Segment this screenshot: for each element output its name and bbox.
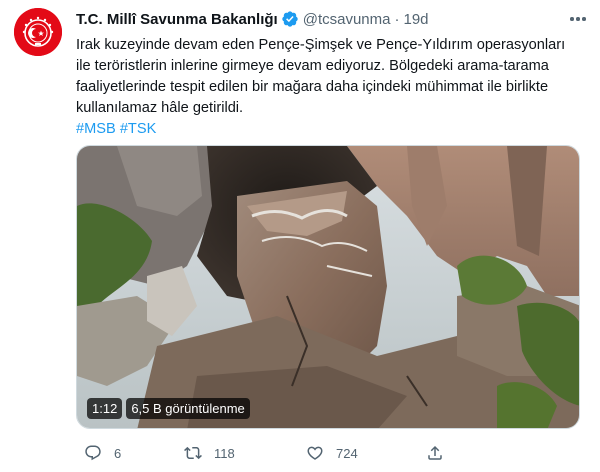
like-button[interactable]: 724: [306, 444, 358, 462]
separator-dot: ·: [394, 10, 400, 28]
video-views: 6,5 B görüntülenme: [126, 398, 250, 419]
tweet-text-line: ile teröristlerin inlerine girmeye devam…: [76, 58, 549, 74]
tweet: T.C. Millî Savunma Bakanlığı @tcsavunma …: [0, 0, 600, 472]
tweet-header: T.C. Millî Savunma Bakanlığı @tcsavunma …: [76, 8, 588, 30]
author-handle[interactable]: @tcsavunma: [303, 11, 391, 28]
video-thumbnail: [77, 146, 579, 428]
avatar[interactable]: [14, 8, 62, 56]
msb-emblem-icon: [14, 8, 62, 56]
video-player[interactable]: 1:12 6,5 B görüntülenme: [76, 145, 580, 429]
reply-count: 6: [114, 445, 122, 461]
hashtag-link[interactable]: #TSK: [120, 121, 157, 137]
like-icon: [307, 446, 323, 460]
hashtag-list: #MSB #TSK: [76, 119, 586, 140]
retweet-icon: [184, 446, 202, 460]
tweet-timestamp[interactable]: 19d: [403, 11, 428, 28]
reply-button[interactable]: 6: [84, 444, 121, 462]
author-name[interactable]: T.C. Millî Savunma Bakanlığı: [76, 11, 278, 28]
tweet-text-line: faaliyetlerinde tespit edilen bir mağara…: [76, 79, 549, 95]
retweet-count: 118: [214, 445, 235, 461]
retweet-button[interactable]: 118: [184, 444, 235, 462]
video-info: 1:12 6,5 B görüntülenme: [87, 398, 250, 419]
like-count: 724: [336, 445, 358, 461]
more-icon[interactable]: [568, 9, 588, 29]
reply-icon: [85, 445, 101, 461]
share-icon: [428, 445, 442, 460]
verified-badge-icon: [281, 10, 299, 28]
video-duration: 1:12: [87, 398, 123, 419]
tweet-text-line: Irak kuzeyinde devam eden Pençe-Şimşek v…: [76, 37, 566, 53]
tweet-actions: 6 118 724: [76, 440, 580, 466]
share-button[interactable]: [426, 444, 444, 462]
tweet-text: Irak kuzeyinde devam eden Pençe-Şimşek v…: [76, 35, 586, 140]
tweet-text-line: kullanılamaz hâle getirildi.: [76, 100, 244, 116]
hashtag-link[interactable]: #MSB: [76, 121, 116, 137]
